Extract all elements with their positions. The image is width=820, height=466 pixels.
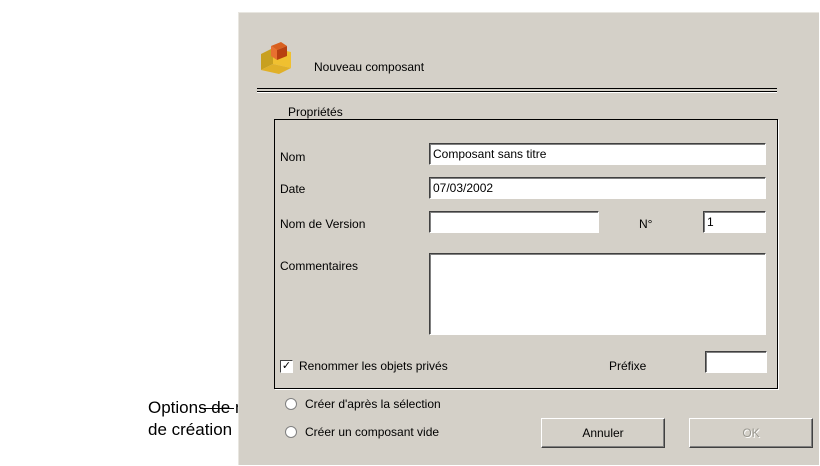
properties-group-label: Propriétés <box>281 105 350 119</box>
comments-label: Commentaires <box>280 259 359 273</box>
comments-textarea[interactable] <box>429 253 766 335</box>
create-from-selection-label: Créer d'après la sélection <box>305 397 441 411</box>
ok-button[interactable]: OK <box>689 418 813 448</box>
rename-private-objects-checkbox[interactable]: ✓ <box>280 360 293 373</box>
rename-private-objects-label: Renommer les objets privés <box>299 359 448 373</box>
version-name-label: Nom de Version <box>280 217 366 231</box>
date-field[interactable]: 07/03/2002 <box>429 177 766 199</box>
header-divider <box>257 88 777 89</box>
new-component-dialog: Nouveau composant Propriétés Nom Composa… <box>238 12 819 465</box>
version-name-field[interactable] <box>429 211 599 233</box>
create-from-selection-radio[interactable] <box>285 398 297 410</box>
prefix-field[interactable] <box>705 351 767 373</box>
create-empty-component-radio[interactable] <box>285 426 297 438</box>
prefix-label: Préfixe <box>609 359 647 373</box>
name-field[interactable]: Composant sans titre <box>429 143 766 165</box>
name-label: Nom <box>280 150 306 164</box>
cancel-button[interactable]: Annuler <box>541 418 665 448</box>
annotation-leader-line <box>200 408 234 409</box>
header-divider-highlight <box>257 92 777 93</box>
component-logo-icon <box>261 42 291 74</box>
version-number-field[interactable]: 1 <box>703 211 766 233</box>
date-label: Date <box>280 182 306 196</box>
version-number-label: N° <box>639 217 653 231</box>
create-empty-component-label: Créer un composant vide <box>305 425 440 439</box>
dialog-title: Nouveau composant <box>314 60 425 74</box>
